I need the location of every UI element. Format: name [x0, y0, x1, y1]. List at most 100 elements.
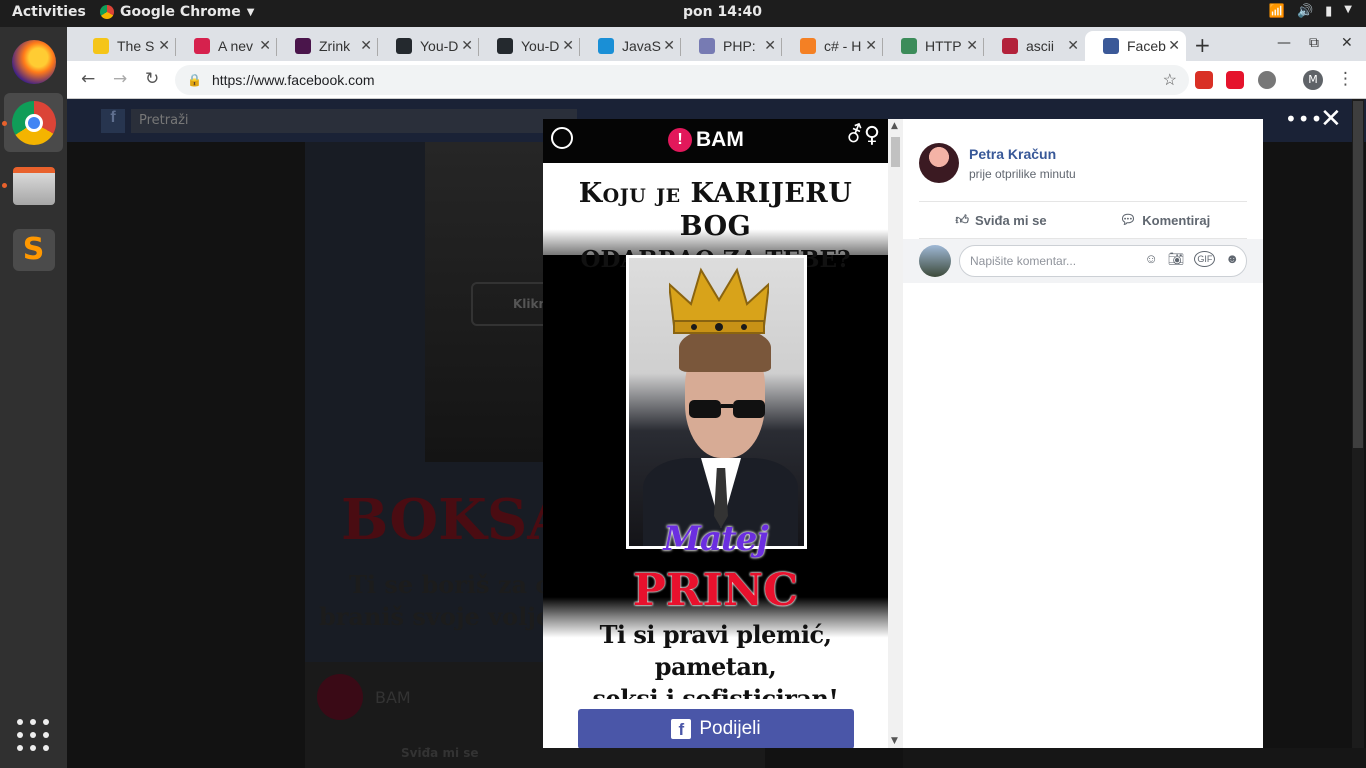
dock-firefox[interactable] [4, 32, 63, 91]
browser-tab[interactable]: Faceb ✕ [1085, 31, 1186, 61]
camera-icon[interactable]: 📷︎ [1168, 251, 1185, 267]
chevron-down-icon: ▼ [246, 6, 255, 18]
chrome-small-icon [100, 5, 114, 19]
close-tab-icon[interactable]: ✕ [1168, 37, 1180, 54]
close-tab-icon[interactable]: ✕ [360, 37, 372, 54]
new-tab-button[interactable]: + [1194, 33, 1211, 57]
dock-chrome[interactable] [4, 93, 63, 152]
dock-files[interactable] [4, 156, 63, 215]
reload-button[interactable]: ↻ [145, 69, 159, 89]
ad-scrollbar[interactable]: ▲ ▼ [888, 119, 903, 748]
firefox-icon [11, 39, 56, 84]
gear-extension-icon[interactable] [1258, 71, 1276, 89]
browser-tab[interactable]: PHP: ✕ [681, 31, 782, 61]
http-icon [901, 38, 917, 54]
bookmark-star-icon[interactable]: ☆ [1163, 70, 1177, 90]
tab-title: HTTP [925, 38, 962, 54]
ad-brand: ! BAM [668, 128, 744, 152]
more-options-icon[interactable]: ••• [1285, 107, 1323, 131]
ad-scrollbar-thumb[interactable] [891, 137, 900, 167]
tab-title: You-D [420, 38, 459, 54]
tab-title: JavaS [622, 38, 661, 54]
sublime-icon: S [12, 228, 55, 271]
ascii-icon [1002, 38, 1018, 54]
tab-title: ascii [1026, 38, 1055, 54]
url-text: https://www.facebook.com [211, 72, 375, 88]
like-button[interactable]: 👍︎ Sviđa mi se [919, 202, 1083, 238]
like-label: Sviđa mi se [975, 212, 1047, 228]
ad-description-line1: Ti si pravi plemić, pametan, [599, 620, 832, 681]
dock-sublime[interactable]: S [4, 220, 63, 279]
background-bottom-strip [903, 748, 1366, 768]
comment-placeholder: Napišite komentar... [970, 254, 1077, 268]
post-timestamp[interactable]: prije otprilike minutu [969, 167, 1076, 181]
scroll-down-icon[interactable]: ▼ [891, 736, 898, 746]
show-apps-icon[interactable] [17, 719, 49, 751]
ad-header: ! BAM ⚦♀ [543, 119, 888, 163]
ad-result-title: PRINC [632, 565, 799, 616]
browser-tab[interactable]: ascii ✕ [984, 31, 1085, 61]
facebook-logo-icon[interactable]: f [101, 109, 125, 133]
slack-icon [295, 38, 311, 54]
system-tray[interactable]: 📶 🔊 ▮ ▼ [1269, 4, 1352, 19]
browser-tab[interactable]: The S ✕ [75, 31, 176, 61]
close-tab-icon[interactable]: ✕ [966, 37, 978, 54]
scroll-up-icon[interactable]: ▲ [891, 121, 898, 131]
author-name[interactable]: Petra Kračun [969, 146, 1056, 162]
background-page-name: BAM [375, 688, 411, 707]
running-indicator [2, 121, 7, 126]
close-tab-icon[interactable]: ✕ [865, 37, 877, 54]
browser-tab[interactable]: JavaS ✕ [580, 31, 681, 61]
maximize-button[interactable]: ⧉ [1309, 35, 1319, 51]
minimize-button[interactable]: — [1277, 35, 1291, 51]
browser-tab[interactable]: HTTP ✕ [883, 31, 984, 61]
close-extension-icon[interactable] [1226, 71, 1244, 89]
browser-window: The S ✕ A nev ✕ Zrink ✕ You-D ✕ You-D ✕ JavaS ✕ PHP:… [67, 27, 1366, 99]
browser-tab[interactable]: You-D ✕ [479, 31, 580, 61]
gif-icon[interactable]: GIF [1194, 251, 1216, 267]
close-icon[interactable]: ✕ [1320, 104, 1342, 134]
ad-portrait-photo [626, 255, 807, 549]
browser-tab[interactable]: You-D ✕ [378, 31, 479, 61]
close-window-button[interactable]: ✕ [1341, 35, 1353, 51]
speech-bubble-icon: 💬︎ [1119, 212, 1137, 227]
facebook-icon [1103, 38, 1119, 54]
close-tab-icon[interactable]: ✕ [562, 37, 574, 54]
sunglasses-icon [689, 400, 765, 418]
sticker-icon[interactable]: ☻ [1225, 251, 1239, 267]
browser-tab[interactable]: c# - H ✕ [782, 31, 883, 61]
close-tab-icon[interactable]: ✕ [1067, 37, 1079, 54]
share-label: Podijeli [699, 718, 761, 739]
github-icon [497, 38, 513, 54]
close-tab-icon[interactable]: ✕ [764, 37, 776, 54]
app-menu[interactable]: Google Chrome ▼ [100, 4, 254, 20]
crown-icon [669, 267, 769, 334]
activities-button[interactable]: Activities [12, 4, 86, 20]
battery-icon: ▮ [1325, 4, 1333, 19]
browser-tab[interactable]: A nev ✕ [176, 31, 277, 61]
adblock-extension-icon[interactable] [1195, 71, 1213, 89]
chrome-menu-icon[interactable]: ⋮ [1337, 69, 1354, 89]
page-scrollbar-thumb[interactable] [1353, 101, 1363, 448]
user-avatar [919, 245, 951, 277]
close-tab-icon[interactable]: ✕ [259, 37, 271, 54]
tab-title: PHP: [723, 38, 756, 54]
facebook-search-input[interactable]: Pretraži [131, 109, 577, 133]
clock[interactable]: pon 14:40 [683, 4, 762, 20]
emoji-icon[interactable]: ☺ [1145, 251, 1158, 267]
comment-button[interactable]: 💬︎ Komentiraj [1083, 202, 1247, 238]
profile-avatar[interactable]: M [1303, 70, 1323, 90]
author-avatar[interactable] [919, 143, 959, 183]
forward-button[interactable]: → [113, 69, 127, 89]
share-button[interactable]: f Podijeli [578, 709, 854, 748]
files-icon [12, 166, 55, 205]
back-button[interactable]: ← [81, 69, 95, 89]
close-tab-icon[interactable]: ✕ [158, 37, 170, 54]
address-bar[interactable]: 🔒 https://www.facebook.com ☆ [175, 65, 1189, 95]
close-tab-icon[interactable]: ✕ [461, 37, 473, 54]
close-tab-icon[interactable]: ✕ [663, 37, 675, 54]
browser-tab[interactable]: Zrink ✕ [277, 31, 378, 61]
tab-title: c# - H [824, 38, 862, 54]
toolbar: ← → ↻ 🔒 https://www.facebook.com ☆ M ⋮ [67, 61, 1366, 99]
php-icon [699, 38, 715, 54]
